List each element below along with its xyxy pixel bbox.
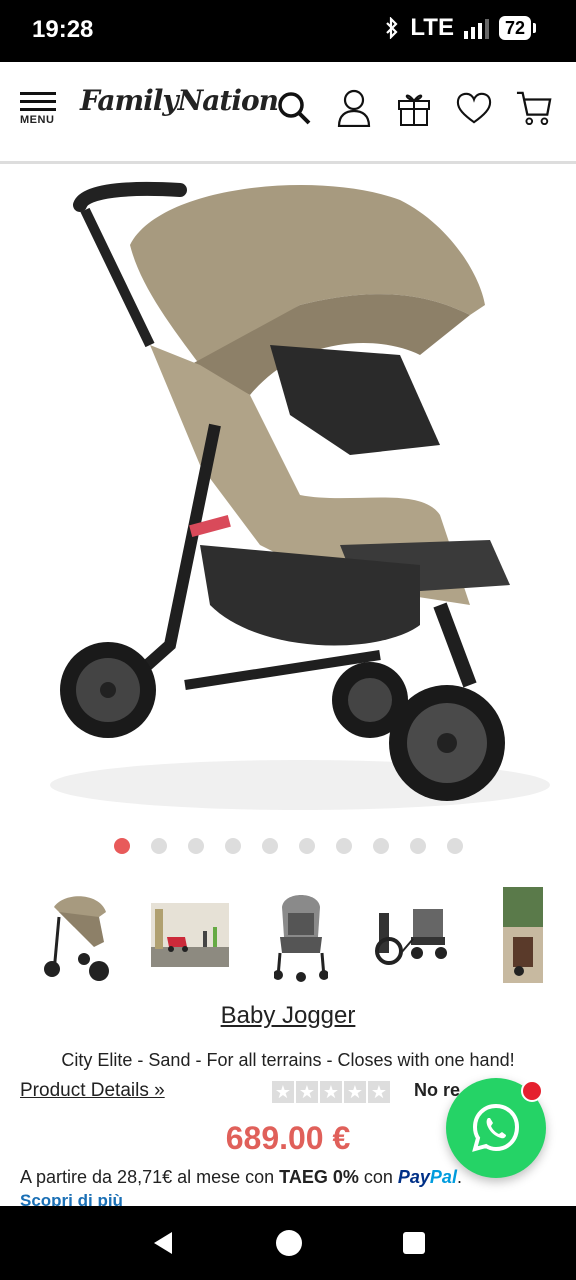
notification-badge bbox=[521, 1080, 543, 1102]
gallery-dot[interactable] bbox=[150, 838, 167, 854]
gallery-dot[interactable] bbox=[335, 838, 352, 854]
bluetooth-icon bbox=[386, 17, 398, 39]
home-icon[interactable] bbox=[275, 1229, 303, 1257]
star-icon: ★ bbox=[320, 1081, 342, 1103]
installment-with: con bbox=[358, 1167, 398, 1187]
gallery-dot[interactable] bbox=[372, 838, 389, 854]
search-icon[interactable] bbox=[276, 88, 312, 128]
reviews-text[interactable]: No re bbox=[414, 1080, 460, 1101]
star-icon: ★ bbox=[272, 1081, 294, 1103]
thumbnail-1[interactable] bbox=[36, 885, 122, 985]
gallery-dot[interactable] bbox=[187, 838, 204, 854]
product-brand-link[interactable]: Baby Jogger bbox=[0, 1002, 576, 1030]
status-time: 19:28 bbox=[32, 16, 94, 43]
installment-text: A partire da 28,71€ al mese con TAEG 0% … bbox=[20, 1167, 462, 1187]
gallery-dot[interactable] bbox=[261, 838, 278, 854]
status-bar: 19:28 LTE 72 bbox=[0, 0, 576, 62]
logo[interactable]: FamilyNation bbox=[80, 84, 279, 117]
signal-icon bbox=[463, 17, 489, 39]
heart-icon[interactable] bbox=[456, 88, 492, 128]
thumbnail-5[interactable] bbox=[480, 885, 566, 985]
back-icon[interactable] bbox=[150, 1230, 176, 1256]
gallery-dot[interactable] bbox=[446, 838, 463, 854]
thumbnail-4[interactable] bbox=[369, 885, 455, 985]
thumbnail-2[interactable] bbox=[147, 885, 233, 985]
gallery-dot[interactable] bbox=[298, 838, 315, 854]
star-icon: ★ bbox=[368, 1081, 390, 1103]
battery-icon: 72 bbox=[498, 16, 536, 40]
product-details-link[interactable]: Product Details » bbox=[20, 1080, 165, 1102]
gallery-dot[interactable] bbox=[224, 838, 241, 854]
taeg-label: TAEG 0% bbox=[279, 1167, 359, 1187]
star-icon: ★ bbox=[296, 1081, 318, 1103]
menu-button[interactable]: MENU bbox=[20, 92, 60, 132]
rating-stars: ★ ★ ★ ★ ★ bbox=[272, 1081, 390, 1103]
cart-icon[interactable] bbox=[516, 88, 552, 128]
paypal-logo: PayPal bbox=[397, 1167, 457, 1187]
menu-label: MENU bbox=[20, 114, 55, 126]
product-main-image[interactable] bbox=[0, 165, 576, 830]
gallery-pagination bbox=[0, 838, 576, 854]
gallery-dot[interactable] bbox=[409, 838, 426, 854]
thumbnail-strip bbox=[36, 885, 576, 989]
thumbnail-3[interactable] bbox=[258, 885, 344, 985]
gift-icon[interactable] bbox=[396, 88, 432, 128]
whatsapp-icon bbox=[472, 1103, 520, 1152]
account-icon[interactable] bbox=[336, 88, 372, 128]
star-icon: ★ bbox=[344, 1081, 366, 1103]
recents-icon[interactable] bbox=[402, 1231, 426, 1255]
battery-level: 72 bbox=[498, 16, 531, 40]
gallery-dot[interactable] bbox=[113, 838, 130, 854]
network-label: LTE bbox=[410, 14, 454, 41]
site-header: MENU FamilyNation bbox=[0, 62, 576, 164]
product-description: City Elite - Sand - For all terrains - C… bbox=[61, 1050, 515, 1070]
system-nav-bar bbox=[0, 1206, 576, 1280]
installment-prefix: A partire da 28,71€ al mese con bbox=[20, 1167, 280, 1187]
